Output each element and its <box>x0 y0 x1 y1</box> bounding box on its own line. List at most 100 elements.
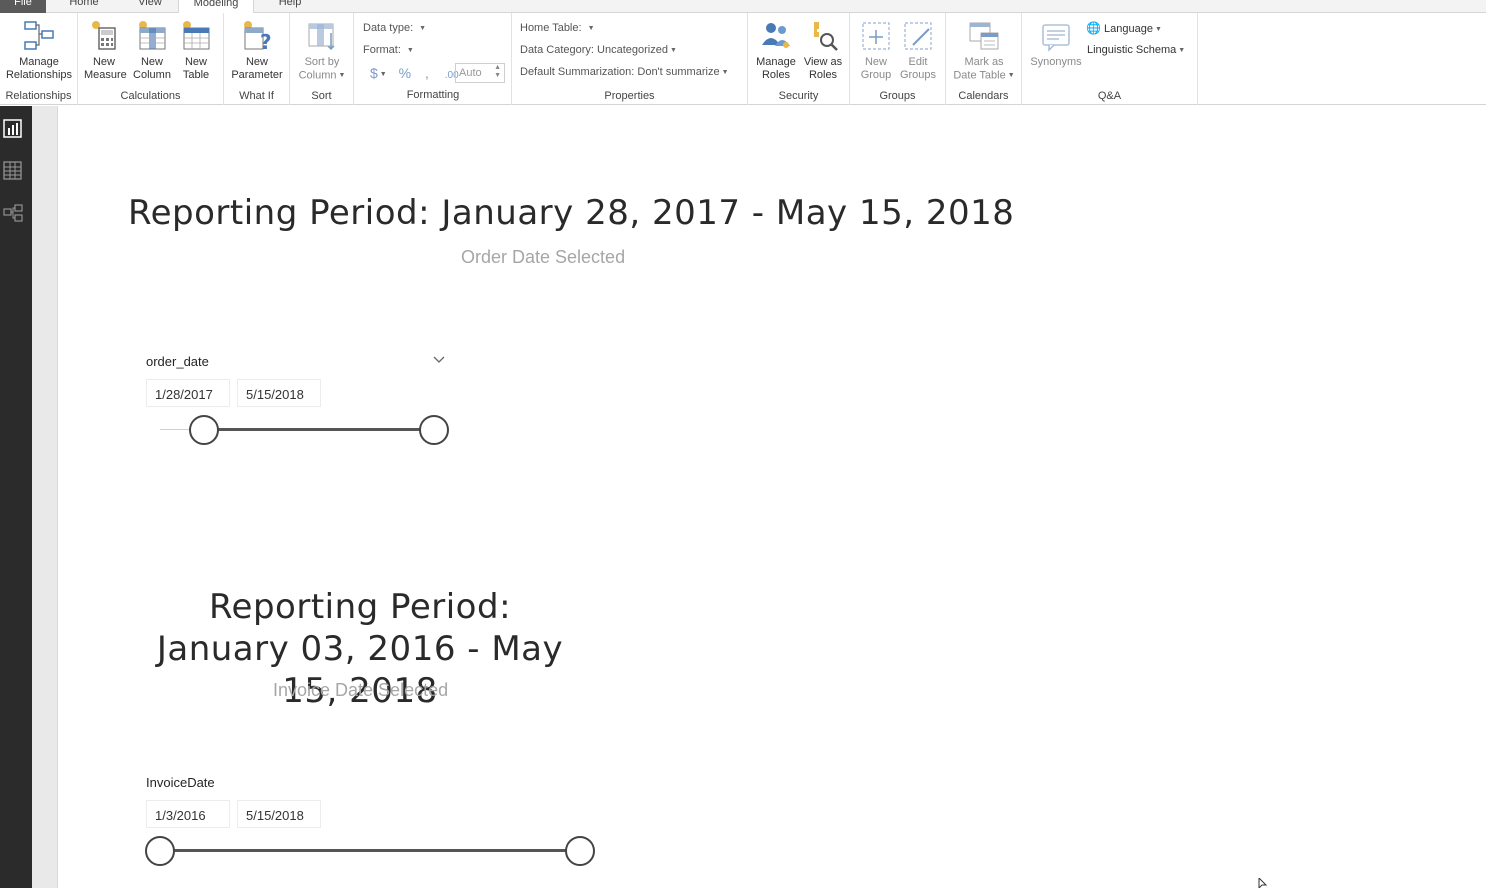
spinner-icon[interactable]: ▲ ▼ <box>494 64 501 80</box>
new-parameter-button[interactable]: ? New Parameter <box>228 19 286 82</box>
group-label-calendars: Calendars <box>958 90 1009 102</box>
manage-roles-label-2: Roles <box>761 69 791 81</box>
slicer-1-track[interactable] <box>204 428 434 431</box>
decimal-places-stepper[interactable]: Auto ▲ ▼ <box>455 63 505 83</box>
percent-button[interactable]: % <box>399 65 411 81</box>
home-table-dropdown[interactable]: Home Table: ▼ <box>520 22 595 34</box>
chevron-down-icon: ▼ <box>419 24 427 32</box>
slicer-2-start-date[interactable]: 1/3/2016 <box>146 800 230 828</box>
new-measure-label-1: New <box>92 56 115 68</box>
view-as-roles-label-1: View as <box>803 56 843 68</box>
group-calculations: New Measure New Column New Table Calcula… <box>78 13 224 105</box>
tab-home[interactable]: Home <box>60 0 108 13</box>
edit-groups-icon <box>904 22 932 50</box>
format-dropdown[interactable]: Format: ▼ <box>363 44 414 56</box>
new-column-label-1: New <box>140 56 163 68</box>
sort-by-column-button[interactable]: Sort by Column ▼ <box>294 19 350 82</box>
comma-button[interactable]: , <box>425 65 429 81</box>
format-symbols: $ ▼ % , .00 <box>370 65 459 81</box>
ribbon: Manage Relationships Relationships New M… <box>0 13 1486 105</box>
synonyms-label: Synonyms <box>1030 56 1082 68</box>
manage-roles-button[interactable]: Manage Roles <box>753 19 799 82</box>
view-as-roles-label-2: Roles <box>808 69 838 81</box>
decimal-places-value: Auto <box>459 67 482 79</box>
group-calendars: Mark as Date Table ▼ Calendars <box>946 13 1022 105</box>
nav-data-view[interactable] <box>0 152 32 188</box>
group-properties: Home Table: ▼ Data Category: Uncategorize… <box>512 13 748 105</box>
manage-relationships-label-1: Manage <box>19 56 59 68</box>
slicer-2-header: InvoiceDate <box>146 775 215 790</box>
chevron-down-icon: ▼ <box>338 72 346 79</box>
nav-model-view[interactable] <box>0 194 32 230</box>
mouse-cursor-icon <box>1258 878 1268 888</box>
data-category-label: Data Category: Uncategorized <box>520 44 668 56</box>
new-table-label-2: Table <box>182 69 210 81</box>
new-group-label-1: New <box>864 56 887 68</box>
slicer-1-header: order_date <box>146 354 209 369</box>
chevron-down-icon: ▼ <box>1007 72 1015 79</box>
group-label-formatting: Formatting <box>406 89 460 101</box>
default-summarization-dropdown[interactable]: Default Summarization: Don't summarize ▼ <box>520 66 729 78</box>
slicer-1-start-handle[interactable] <box>189 415 219 445</box>
new-table-button[interactable]: New Table <box>178 19 214 82</box>
group-label-security: Security <box>778 90 819 102</box>
new-measure-button[interactable]: New Measure <box>84 19 127 82</box>
nav-report-view[interactable] <box>0 110 32 146</box>
edit-groups-label-1: Edit <box>908 56 928 68</box>
language-label: Language <box>1104 23 1153 35</box>
mark-as-date-table-button[interactable]: Mark as Date Table ▼ <box>950 19 1018 82</box>
tab-modeling[interactable]: Modeling <box>178 0 254 14</box>
slicer-2-track[interactable] <box>160 849 580 852</box>
new-group-button[interactable]: New Group <box>856 19 896 82</box>
new-column-label-2: Column <box>133 69 171 81</box>
left-view-nav <box>0 106 32 888</box>
linguistic-schema-label: Linguistic Schema <box>1087 44 1177 56</box>
language-dropdown[interactable]: 🌐 Language ▼ <box>1086 21 1162 35</box>
tab-view[interactable]: View <box>128 0 172 13</box>
linguistic-schema-dropdown[interactable]: Linguistic Schema ▼ <box>1087 44 1185 56</box>
slicer-1-start-date[interactable]: 1/28/2017 <box>146 379 230 407</box>
tab-help[interactable]: Help <box>268 0 312 13</box>
canvas-gutter <box>32 106 58 888</box>
chevron-down-icon: ▼ <box>406 46 414 54</box>
new-table-label-1: New <box>184 56 207 68</box>
group-qa: Synonyms 🌐 Language ▼ Linguistic Schema ▼ … <box>1022 13 1198 105</box>
synonyms-button[interactable]: Synonyms <box>1028 19 1084 69</box>
edit-groups-label-2: Groups <box>899 69 937 81</box>
group-label-calculations: Calculations <box>120 90 181 102</box>
group-label-sort: Sort <box>311 90 332 102</box>
slicer-2-end-handle[interactable] <box>565 836 595 866</box>
default-summarization-label: Default Summarization: Don't summarize <box>520 66 720 78</box>
slicer-2-end-date[interactable]: 5/15/2018 <box>237 800 321 828</box>
chevron-down-icon: ▼ <box>379 70 387 78</box>
data-category-dropdown[interactable]: Data Category: Uncategorized ▼ <box>520 44 677 56</box>
chevron-down-icon[interactable] <box>433 354 445 364</box>
manage-roles-label-1: Manage <box>756 56 796 68</box>
tab-file[interactable]: File <box>0 0 46 13</box>
column-icon <box>139 21 166 50</box>
calculator-icon <box>92 21 116 50</box>
edit-groups-button[interactable]: Edit Groups <box>898 19 938 82</box>
view-as-roles-icon <box>814 22 838 51</box>
slicer-2-start-handle[interactable] <box>145 836 175 866</box>
svg-text:?: ? <box>260 30 272 53</box>
relationships-icon <box>24 21 54 50</box>
new-group-icon <box>862 22 890 50</box>
manage-relationships-button[interactable]: Manage Relationships <box>0 19 78 82</box>
currency-button[interactable]: $ <box>370 65 378 81</box>
view-as-roles-button[interactable]: View as Roles <box>800 19 846 82</box>
mark-as-date-table-label-1: Mark as <box>964 56 1004 68</box>
chevron-down-icon: ▼ <box>721 68 729 76</box>
home-table-label: Home Table: <box>520 22 582 34</box>
slicer-1-end-date[interactable]: 5/15/2018 <box>237 379 321 407</box>
sort-by-column-label-1: Sort by <box>304 56 340 68</box>
synonyms-icon <box>1042 24 1070 52</box>
card-1-title: Reporting Period: January 28, 2017 - May… <box>128 193 1015 233</box>
data-type-dropdown[interactable]: Data type: ▼ <box>363 22 426 34</box>
parameter-icon: ? <box>244 21 272 53</box>
slicer-1-end-handle[interactable] <box>419 415 449 445</box>
sort-by-column-label-2: Column <box>298 69 337 82</box>
group-what-if: ? New Parameter What If <box>224 13 290 105</box>
new-column-button[interactable]: New Column <box>130 19 174 82</box>
new-measure-label-2: Measure <box>84 69 127 81</box>
